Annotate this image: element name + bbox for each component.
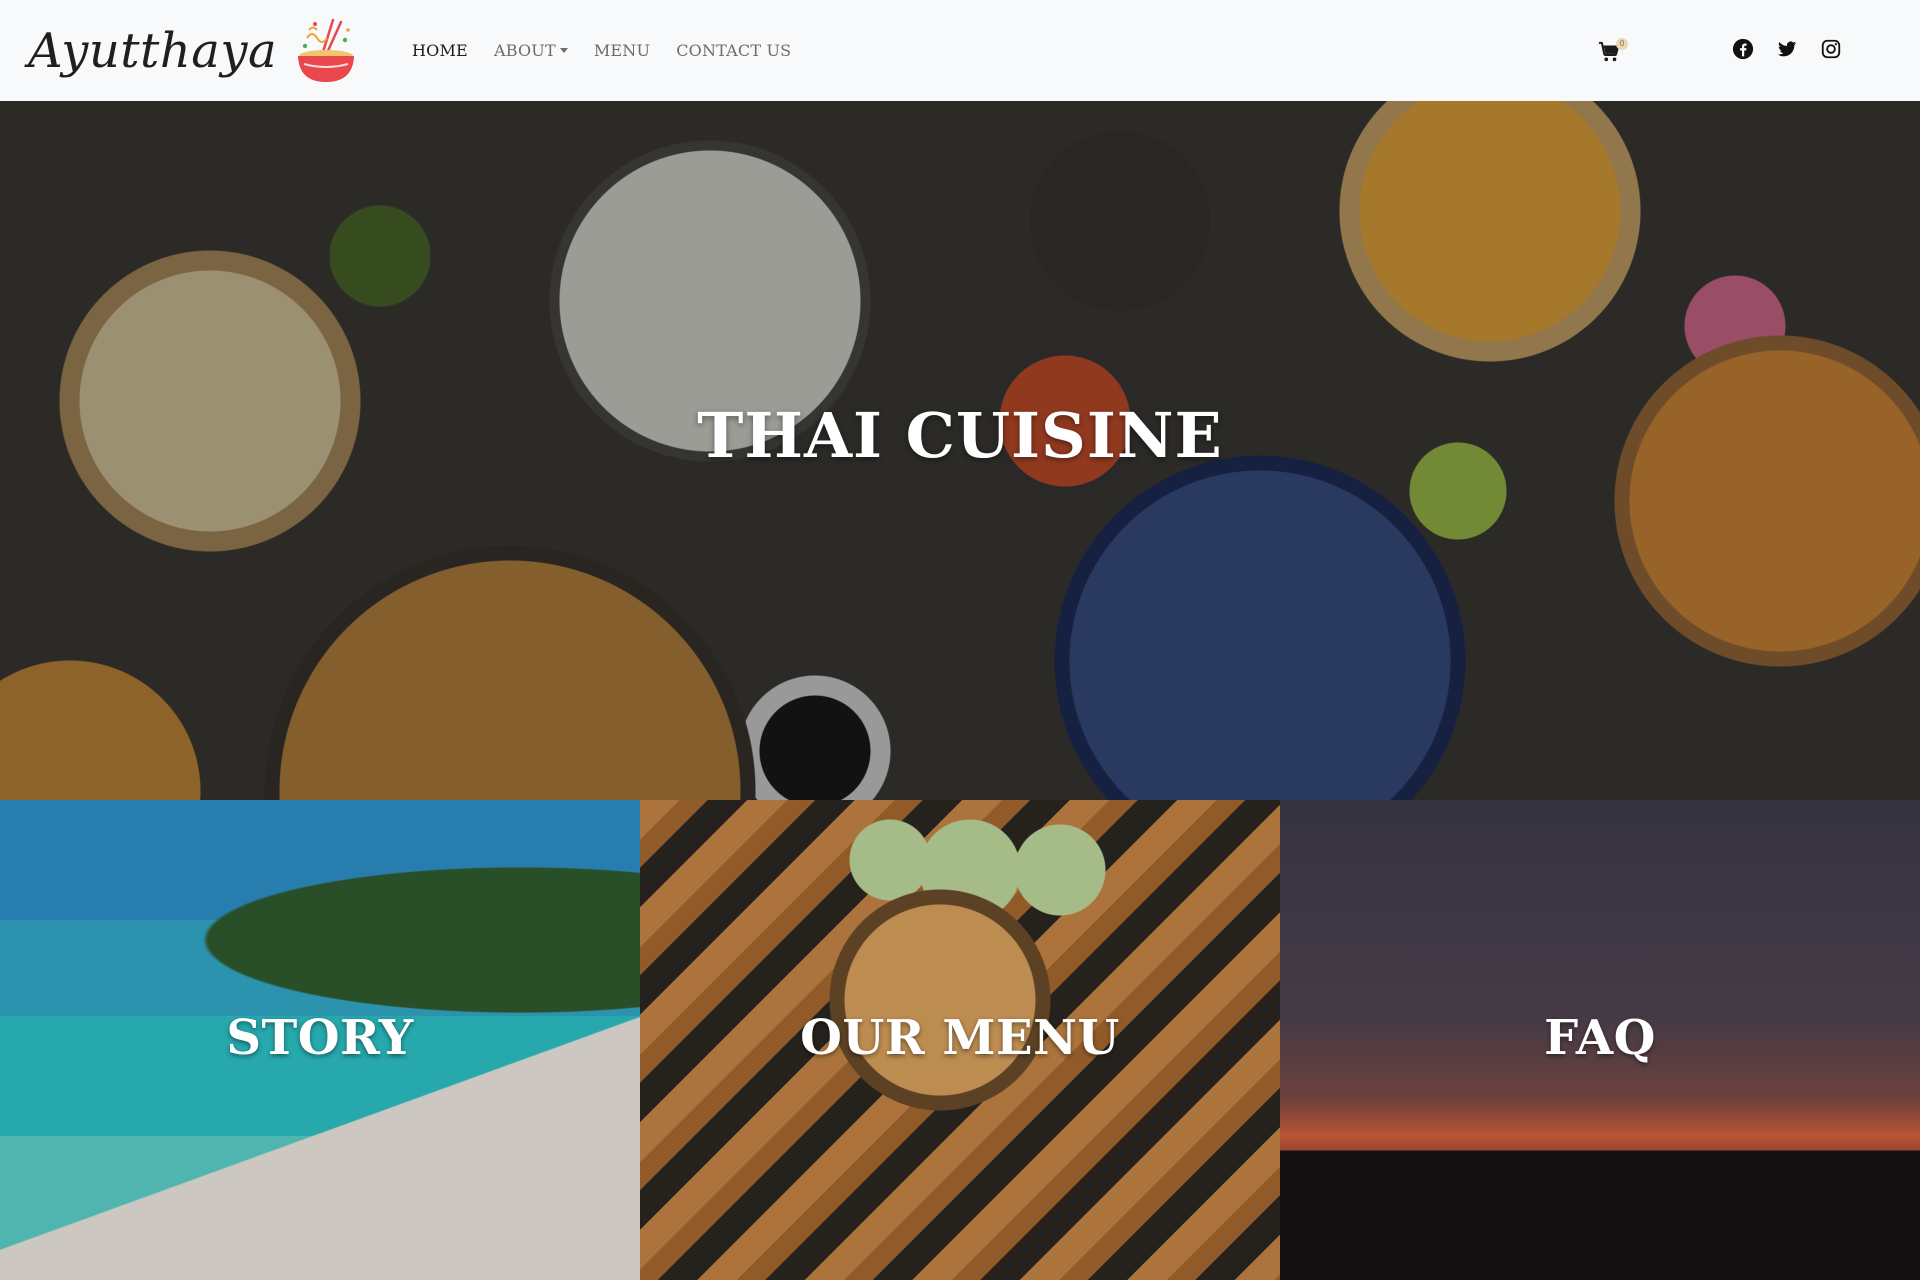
hero-title: THAI CUISINE — [697, 399, 1223, 472]
nav-contact-link[interactable]: CONTACT US — [676, 41, 791, 60]
nav-about-label: ABOUT — [493, 41, 556, 60]
faq-tile[interactable]: FAQ — [1280, 800, 1920, 1280]
nav-menu-label: MENU — [593, 41, 651, 60]
our-menu-tile[interactable]: OUR MENU — [640, 800, 1280, 1280]
brand-link[interactable]: Ayutthaya — [28, 18, 359, 84]
facebook-icon — [1732, 38, 1754, 60]
nav-about-dropdown[interactable]: ABOUT — [494, 41, 568, 60]
nav-menu-link[interactable]: MENU — [594, 41, 650, 60]
hero-banner: THAI CUISINE — [0, 101, 1920, 800]
navbar: Ayutthaya HOME ABOUT MENU CONTACT US 0 — [0, 0, 1920, 101]
our-menu-tile-title: OUR MENU — [800, 1010, 1120, 1066]
nav-home-link[interactable]: HOME — [412, 41, 468, 60]
faq-tile-title: FAQ — [1544, 1010, 1656, 1066]
nav-links: HOME ABOUT MENU CONTACT US — [412, 0, 817, 101]
twitter-link[interactable] — [1776, 38, 1798, 60]
noodle-bowl-icon — [298, 18, 355, 82]
caret-down-icon — [559, 48, 568, 53]
feature-tiles: STORY OUR MENU FAQ — [0, 800, 1920, 1280]
social-links — [1732, 38, 1842, 60]
instagram-icon — [1821, 39, 1841, 59]
story-tile[interactable]: STORY — [0, 800, 640, 1280]
story-tile-title: STORY — [226, 1010, 414, 1066]
nav-home-label: HOME — [412, 41, 468, 60]
instagram-link[interactable] — [1820, 38, 1842, 60]
twitter-icon — [1777, 41, 1797, 57]
cart-count-badge: 0 — [1616, 38, 1628, 50]
nav-contact-label: CONTACT US — [676, 41, 792, 60]
facebook-link[interactable] — [1732, 38, 1754, 60]
cart-button[interactable]: 0 — [1598, 38, 1632, 66]
brand-name: Ayutthaya — [28, 23, 278, 79]
